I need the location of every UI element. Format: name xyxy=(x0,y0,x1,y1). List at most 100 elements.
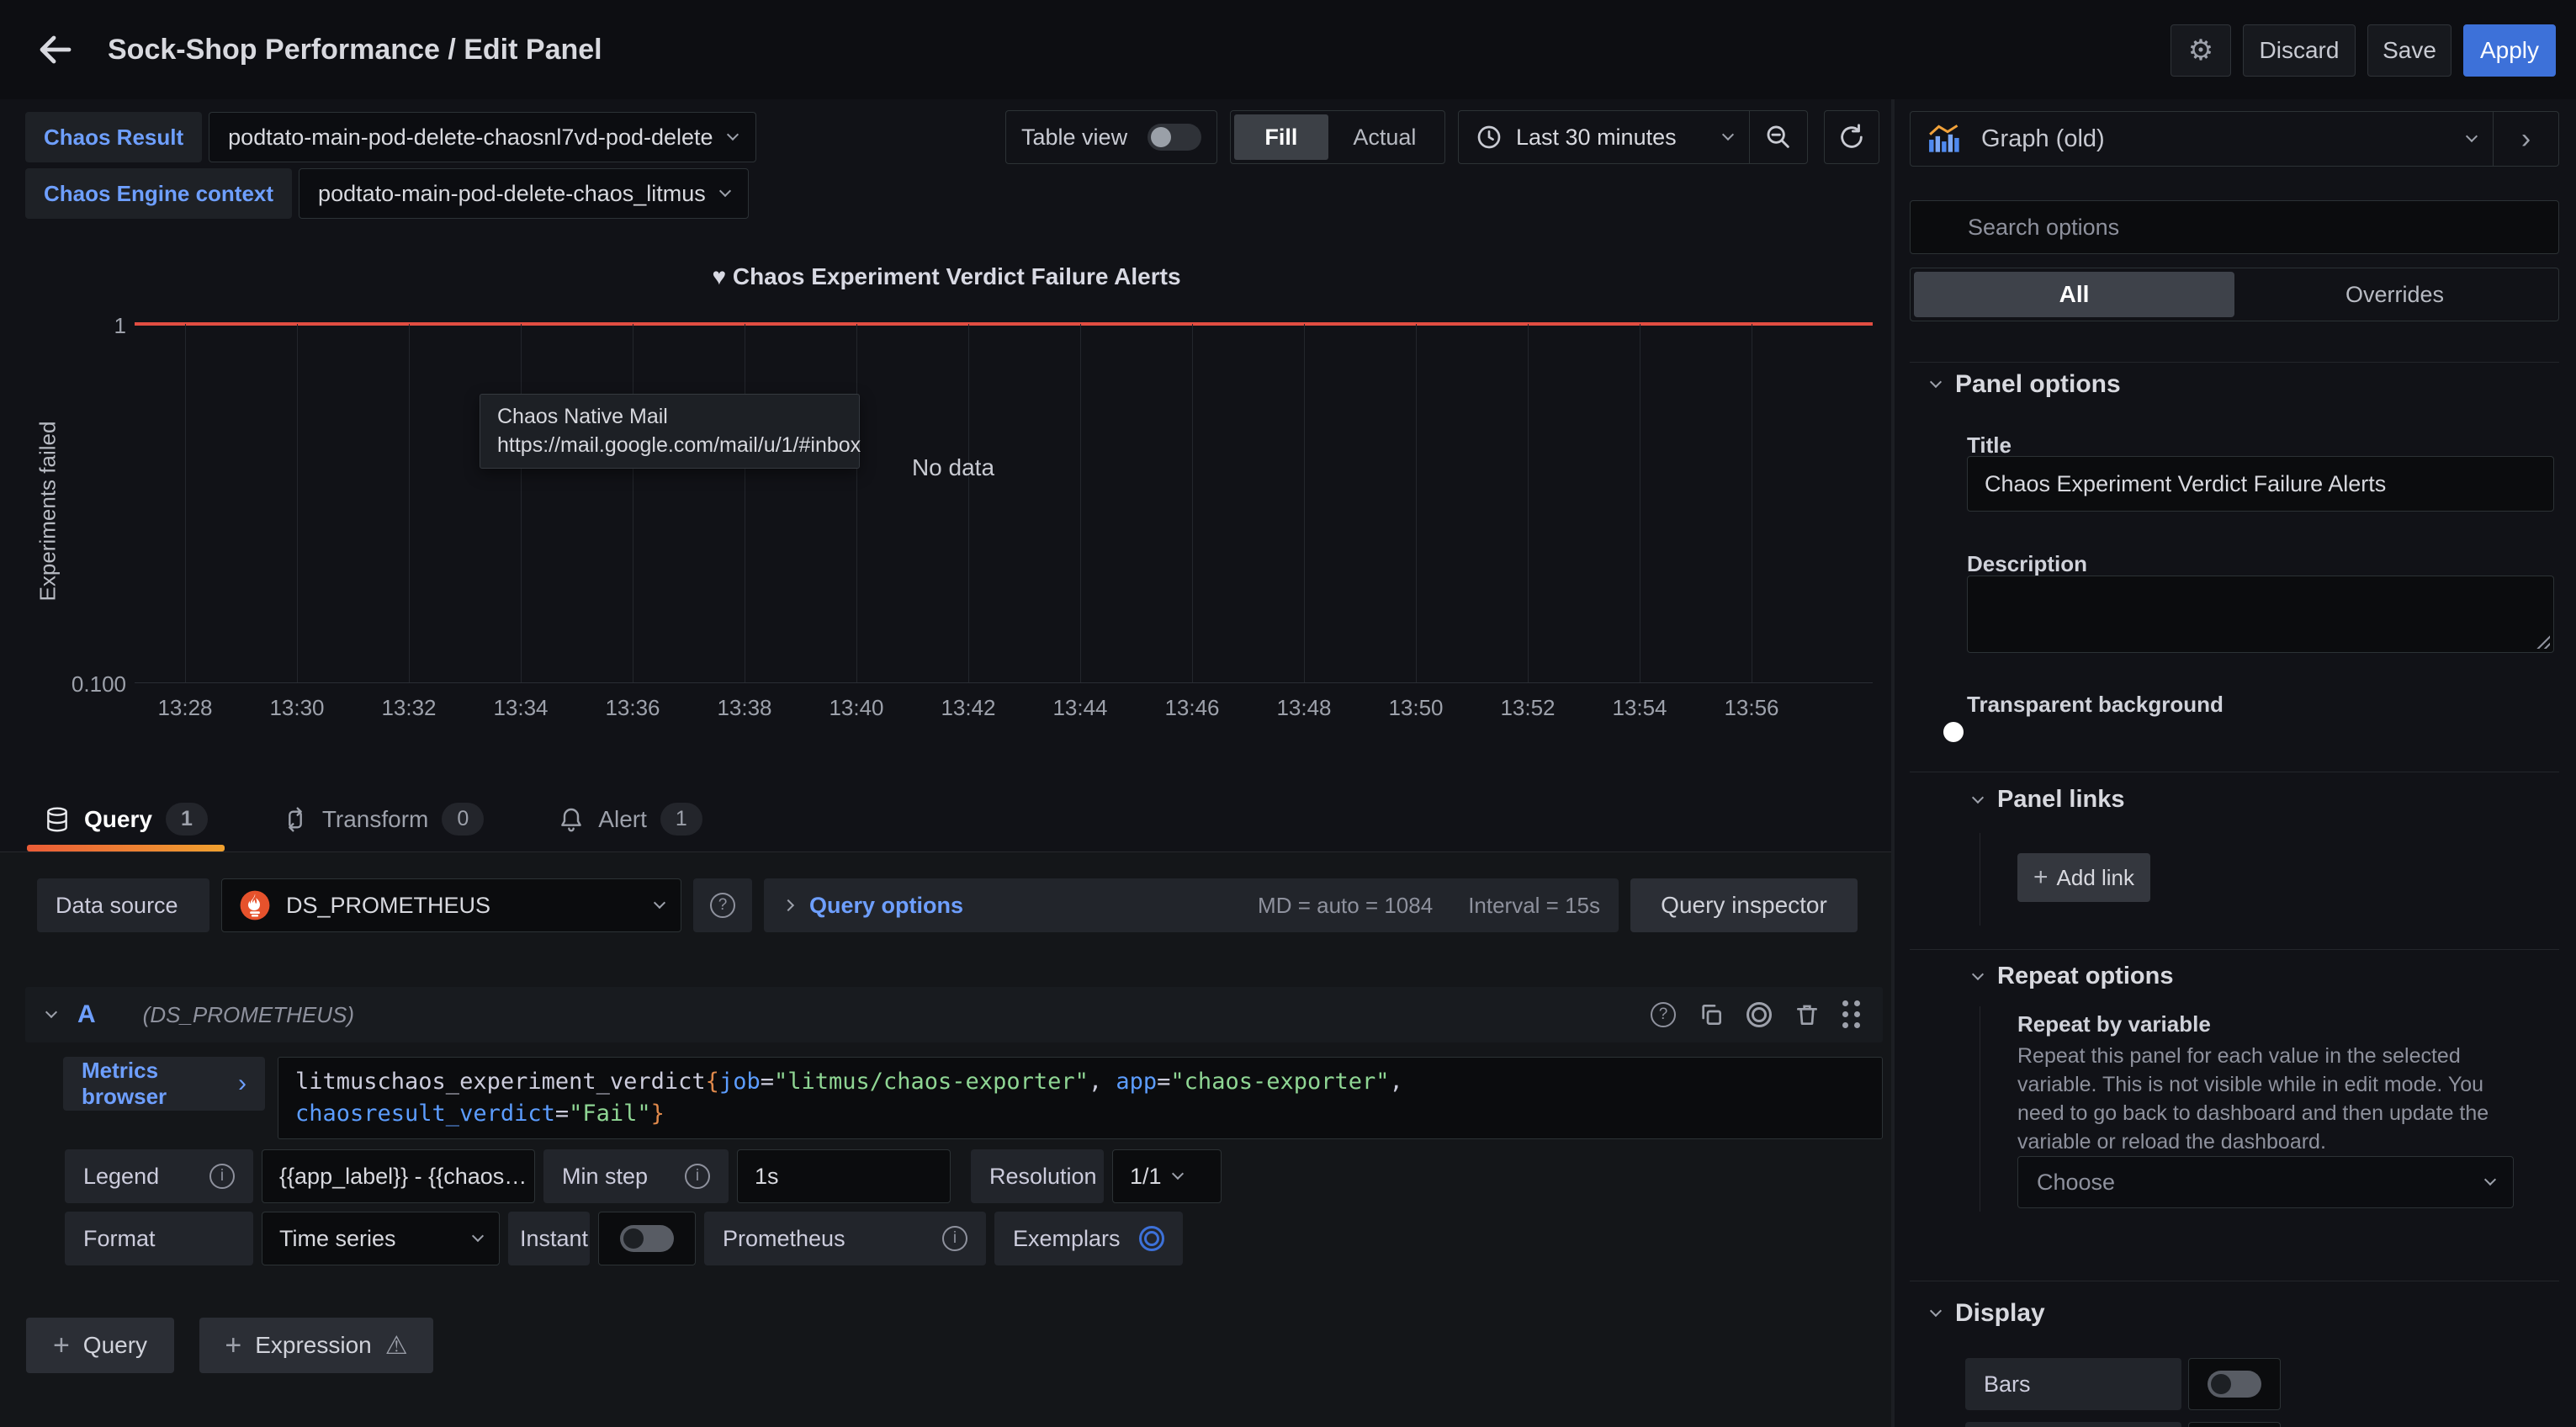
divider xyxy=(1910,949,2559,950)
next-option-toggle-box xyxy=(2188,1422,2281,1427)
add-link-button[interactable]: + Add link xyxy=(2017,853,2150,902)
gridline xyxy=(297,324,298,682)
annotation-tooltip: Chaos Native Mail https://mail.google.co… xyxy=(480,394,860,469)
tab-count-badge: 1 xyxy=(166,803,208,836)
gridline xyxy=(1080,324,1081,682)
table-view-control: Table view xyxy=(1005,110,1217,164)
expr-line-1: litmuschaos_experiment_verdict{job="litm… xyxy=(295,1066,1865,1098)
x-tick-label: 13:34 xyxy=(470,695,571,721)
chevron-down-icon xyxy=(1722,129,1734,141)
variable-value-chaos-engine[interactable]: podtato-main-pod-delete-chaos_litmus xyxy=(299,168,749,219)
disable-query-eye-icon[interactable] xyxy=(1746,1002,1772,1027)
visualization-picker[interactable]: Graph (old) › xyxy=(1910,111,2559,167)
query-row-actions: ? xyxy=(1651,1000,1861,1030)
y-axis-label: Experiments failed xyxy=(35,331,61,692)
trash-icon[interactable] xyxy=(1794,1001,1821,1028)
tab-overrides[interactable]: Overrides xyxy=(2234,272,2555,317)
variable-label-chaos-engine[interactable]: Chaos Engine context xyxy=(25,168,292,219)
tab-all[interactable]: All xyxy=(1914,272,2234,317)
gear-icon: ⚙ xyxy=(2188,34,2213,67)
promql-expression-input[interactable]: litmuschaos_experiment_verdict{job="litm… xyxy=(278,1057,1883,1139)
chevron-right-icon: › xyxy=(2521,123,2531,156)
instant-toggle[interactable] xyxy=(620,1225,674,1252)
tab-count-badge: 1 xyxy=(660,803,702,836)
datasource-picker[interactable]: DS_PROMETHEUS xyxy=(221,878,681,932)
chart-title-text: Chaos Experiment Verdict Failure Alerts xyxy=(733,263,1181,289)
datasource-help-button[interactable]: ? xyxy=(693,878,752,932)
section-panel-links[interactable]: Panel links xyxy=(1974,786,2125,814)
bars-label-box: Bars xyxy=(1965,1358,2181,1410)
copy-icon[interactable] xyxy=(1698,1001,1725,1028)
section-panel-options[interactable]: Panel options xyxy=(1932,370,2121,399)
tooltip-title: Chaos Native Mail xyxy=(497,405,842,429)
save-button[interactable]: Save xyxy=(2367,24,2451,77)
toggle-knob xyxy=(623,1228,644,1249)
tab-count-badge: 0 xyxy=(442,803,484,836)
time-range-picker[interactable]: Last 30 minutes xyxy=(1459,111,1749,163)
tab-transform[interactable]: Transform 0 xyxy=(263,787,502,851)
fill-option[interactable]: Fill xyxy=(1234,114,1328,160)
gridline xyxy=(1304,324,1305,682)
zoom-out-button[interactable] xyxy=(1750,111,1807,163)
apply-button[interactable]: Apply xyxy=(2463,24,2556,77)
gridline xyxy=(1416,324,1417,682)
tab-query[interactable]: Query 1 xyxy=(25,787,226,851)
datasource-label: Data source xyxy=(37,878,209,932)
actual-option[interactable]: Actual xyxy=(1328,114,1441,160)
x-tick-label: 13:32 xyxy=(358,695,459,721)
x-axis: 13:2813:3013:3213:3413:3613:3813:4013:42… xyxy=(135,695,1873,729)
expr-line-2: chaosresult_verdict="Fail"} xyxy=(295,1098,1865,1130)
query-options-bar[interactable]: Query options MD = auto = 1084 Interval … xyxy=(764,878,1619,932)
query-row-header[interactable]: A (DS_PROMETHEUS) ? xyxy=(25,987,1883,1042)
query-inspector-button[interactable]: Query inspector xyxy=(1630,878,1858,932)
collapse-pane-button[interactable]: › xyxy=(2493,112,2558,166)
format-select[interactable]: Time series xyxy=(262,1212,500,1265)
table-view-toggle[interactable] xyxy=(1148,124,1201,151)
add-query-button[interactable]: + Query xyxy=(26,1318,174,1373)
plot-area[interactable] xyxy=(135,324,1873,683)
exemplars-target-icon[interactable] xyxy=(1139,1226,1164,1251)
min-step-input[interactable]: 1s xyxy=(737,1149,951,1203)
back-button[interactable] xyxy=(34,29,77,70)
toggle-knob xyxy=(1151,127,1171,147)
tab-alert[interactable]: Alert 1 xyxy=(539,787,720,851)
grafana-edit-panel: Sock-Shop Performance / Edit Panel ⚙ Dis… xyxy=(0,0,2576,1427)
editor-tabs: Query 1 Transform 0 Alert 1 xyxy=(0,787,1893,852)
panel-description-textarea[interactable] xyxy=(1967,576,2554,653)
divider xyxy=(1910,362,2559,363)
drag-handle-icon[interactable] xyxy=(1842,1000,1861,1030)
tab-label: Query xyxy=(84,806,152,833)
legend-input[interactable]: {{app_label}} - {{chaos… xyxy=(262,1149,535,1203)
resize-handle[interactable] xyxy=(2535,634,2550,649)
info-icon[interactable]: i xyxy=(942,1226,967,1251)
search-options-input[interactable] xyxy=(1910,200,2559,254)
threshold-line xyxy=(135,322,1873,326)
resolution-select[interactable]: 1/1 xyxy=(1112,1149,1222,1203)
exemplars-label: Exemplars xyxy=(1013,1226,1121,1252)
datasource-value: DS_PROMETHEUS xyxy=(286,893,490,919)
discard-button[interactable]: Discard xyxy=(2243,24,2356,77)
add-expression-button[interactable]: + Expression ⚠ xyxy=(199,1318,433,1373)
info-icon[interactable]: i xyxy=(209,1164,235,1189)
help-icon[interactable]: ? xyxy=(1651,1002,1676,1027)
refresh-icon xyxy=(1837,123,1866,151)
variable-value-text: podtato-main-pod-delete-chaos_litmus xyxy=(318,181,706,207)
repeat-variable-select[interactable]: Choose xyxy=(2017,1156,2514,1208)
refresh-button[interactable] xyxy=(1824,110,1879,164)
panel-title-input[interactable] xyxy=(1967,456,2554,512)
bars-toggle[interactable] xyxy=(2208,1371,2261,1398)
metrics-browser-label: Metrics browser xyxy=(82,1058,228,1110)
variable-value-chaos-result[interactable]: podtato-main-pod-delete-chaosnl7vd-pod-d… xyxy=(209,112,755,162)
info-icon[interactable]: i xyxy=(685,1164,710,1189)
chevron-down-icon xyxy=(719,185,731,197)
transparent-background-label: Transparent background xyxy=(1967,692,2224,718)
max-datapoints-info: MD = auto = 1084 xyxy=(1258,893,1433,919)
x-tick-label: 13:38 xyxy=(694,695,795,721)
gridline xyxy=(185,324,186,682)
section-display[interactable]: Display xyxy=(1932,1299,2045,1328)
panel-settings-button[interactable]: ⚙ xyxy=(2171,24,2231,77)
variable-label-chaos-result[interactable]: Chaos Result xyxy=(25,112,202,162)
time-range-label: Last 30 minutes xyxy=(1516,125,1677,151)
section-repeat-options[interactable]: Repeat options xyxy=(1974,963,2173,990)
metrics-browser-button[interactable]: Metrics browser › xyxy=(63,1057,265,1111)
